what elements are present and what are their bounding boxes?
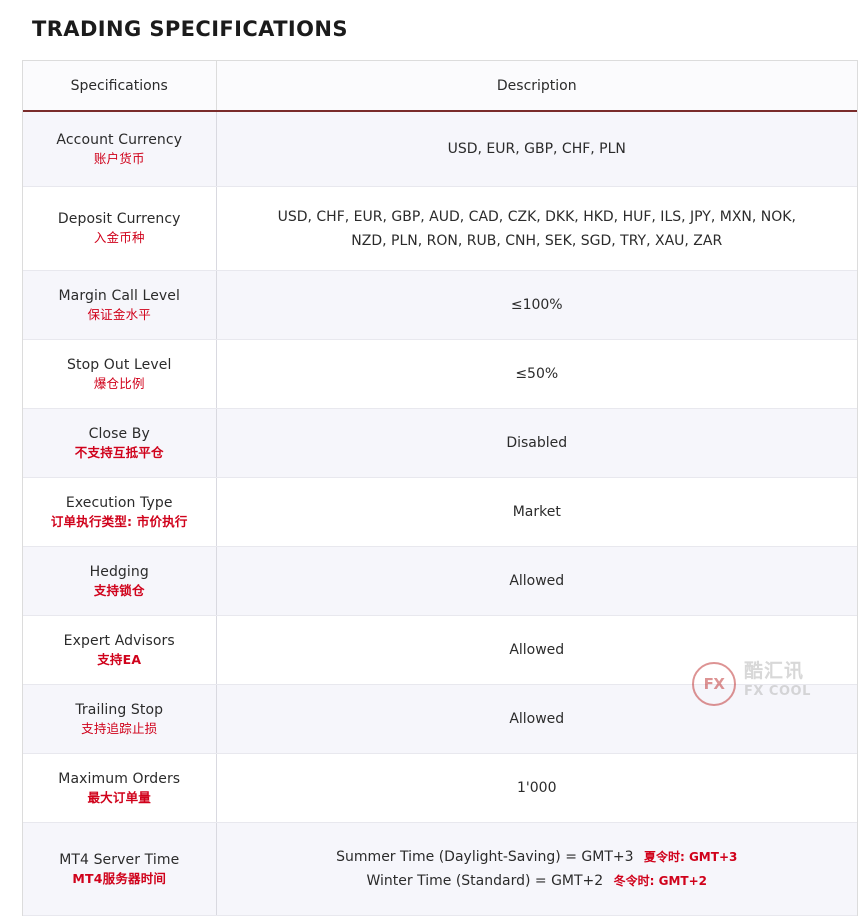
table-header-row: Specifications Description — [23, 61, 857, 113]
spec-label-en: Hedging — [89, 563, 149, 580]
cell-specification: Maximum Orders 最大订单量 — [23, 753, 217, 824]
table-row: Stop Out Level 爆仓比例 ≤50% — [23, 339, 857, 410]
spec-label-zh: 爆仓比例 — [93, 375, 145, 391]
table-row: Trailing Stop 支持追踪止损 Allowed — [23, 684, 857, 755]
table-row: Account Currency 账户货币 USD, EUR, GBP, CHF… — [23, 111, 857, 188]
cell-description: Summer Time (Daylight-Saving) = GMT+3 夏令… — [216, 822, 857, 916]
spec-label-zh: 入金币种 — [93, 230, 145, 246]
spec-label-en: Close By — [88, 425, 150, 442]
spec-label-zh: 支持EA — [97, 651, 142, 667]
spec-label-en: Trailing Stop — [75, 701, 164, 718]
spec-label-zh: 支持锁仓 — [93, 582, 145, 598]
description-line: ≤100% — [510, 297, 563, 314]
spec-label-en: Account Currency — [56, 131, 183, 148]
spec-label-en: MT4 Server Time — [59, 851, 180, 868]
description-line: Allowed — [509, 573, 565, 590]
spec-label-en: Execution Type — [65, 494, 173, 511]
spec-label-zh: 不支持互抵平仓 — [74, 444, 164, 460]
cell-specification: Margin Call Level 保证金水平 — [23, 270, 217, 341]
table-row: Margin Call Level 保证金水平 ≤100% — [23, 270, 857, 341]
table-row: Close By 不支持互抵平仓 Disabled — [23, 408, 857, 479]
specifications-table: Specifications Description Account Curre… — [23, 61, 857, 916]
table-row: MT4 Server Time MT4服务器时间 Summer Time (Da… — [23, 822, 857, 916]
table-row: Maximum Orders 最大订单量 1'000 — [23, 753, 857, 824]
cell-description: Market — [216, 477, 857, 548]
cell-specification: Execution Type 订单执行类型: 市价执行 — [23, 477, 217, 548]
table-body: Account Currency 账户货币 USD, EUR, GBP, CHF… — [23, 111, 857, 916]
cell-specification: Hedging 支持锁仓 — [23, 546, 217, 617]
description-line: Summer Time (Daylight-Saving) = GMT+3 夏令… — [223, 845, 852, 869]
description-text-summer: Summer Time (Daylight-Saving) = GMT+3 — [336, 849, 634, 866]
cell-specification: Deposit Currency 入金币种 — [23, 186, 217, 272]
cell-description: 1'000 — [216, 753, 857, 824]
spec-label-zh: 账户货币 — [93, 150, 145, 166]
spec-label-zh: 保证金水平 — [87, 306, 151, 322]
column-header-description: Description — [216, 61, 857, 113]
cell-description: USD, EUR, GBP, CHF, PLN — [216, 111, 857, 188]
description-line: Allowed — [509, 711, 565, 728]
trading-specifications-page: TRADING SPECIFICATIONS Specifications De… — [0, 0, 860, 916]
description-line: 1'000 — [517, 780, 557, 797]
description-annotation-summer: 夏令时: GMT+3 — [643, 850, 738, 865]
description-line: Disabled — [506, 435, 568, 452]
description-line: Allowed — [509, 642, 565, 659]
description-line: NZD, PLN, RON, RUB, CNH, SEK, SGD, TRY, … — [351, 232, 723, 249]
cell-description: Disabled — [216, 408, 857, 479]
spec-label-zh: MT4服务器时间 — [72, 870, 167, 886]
spec-label-en: Margin Call Level — [58, 287, 180, 304]
cell-specification: MT4 Server Time MT4服务器时间 — [23, 822, 217, 916]
description-text-winter: Winter Time (Standard) = GMT+2 — [366, 873, 604, 890]
description-line: Market — [512, 504, 561, 521]
description-annotation-winter: 冬令时: GMT+2 — [613, 874, 707, 889]
table-row: Hedging 支持锁仓 Allowed — [23, 546, 857, 617]
page-title: TRADING SPECIFICATIONS — [32, 17, 348, 41]
cell-specification: Stop Out Level 爆仓比例 — [23, 339, 217, 410]
cell-description: ≤100% — [216, 270, 857, 341]
table-row: Deposit Currency 入金币种 USD, CHF, EUR, GBP… — [23, 186, 857, 272]
column-header-specifications: Specifications — [23, 61, 217, 113]
description-line: Winter Time (Standard) = GMT+2 冬令时: GMT+… — [223, 869, 852, 893]
cell-specification: Trailing Stop 支持追踪止损 — [23, 684, 217, 755]
cell-description: Allowed — [216, 546, 857, 617]
description-line: USD, EUR, GBP, CHF, PLN — [447, 141, 626, 158]
spec-label-en: Maximum Orders — [58, 770, 181, 787]
table-head: Specifications Description — [23, 61, 857, 113]
cell-specification: Account Currency 账户货币 — [23, 111, 217, 188]
description-line: USD, CHF, EUR, GBP, AUD, CAD, CZK, DKK, … — [277, 208, 796, 225]
cell-description: Allowed — [216, 615, 857, 686]
table-row: Expert Advisors 支持EA Allowed — [23, 615, 857, 686]
description-line: ≤50% — [515, 366, 559, 383]
cell-specification: Close By 不支持互抵平仓 — [23, 408, 217, 479]
spec-label-zh: 订单执行类型: 市价执行 — [50, 513, 188, 529]
table-row: Execution Type 订单执行类型: 市价执行 Market — [23, 477, 857, 548]
cell-description: ≤50% — [216, 339, 857, 410]
spec-label-zh: 支持追踪止损 — [81, 720, 158, 736]
spec-label-en: Expert Advisors — [63, 632, 175, 649]
cell-description: USD, CHF, EUR, GBP, AUD, CAD, CZK, DKK, … — [216, 186, 857, 272]
specifications-table-wrap: Specifications Description Account Curre… — [22, 60, 858, 916]
spec-label-zh: 最大订单量 — [87, 789, 151, 805]
spec-label-en: Stop Out Level — [67, 356, 172, 373]
cell-description: Allowed — [216, 684, 857, 755]
cell-specification: Expert Advisors 支持EA — [23, 615, 217, 686]
spec-label-en: Deposit Currency — [57, 211, 181, 228]
